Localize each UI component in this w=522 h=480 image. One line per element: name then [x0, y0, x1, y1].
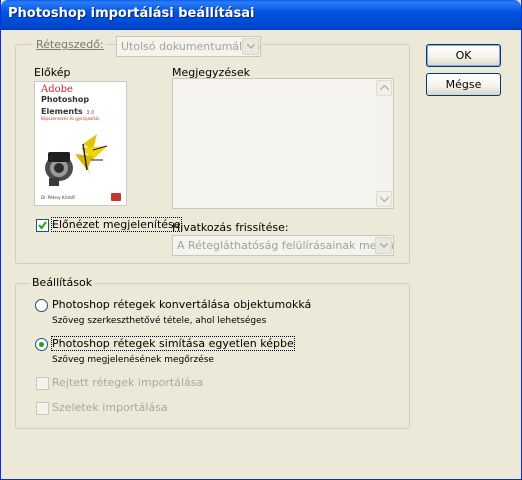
- link-update-value: A Rétegláthatóság felülírásainak megtart…: [177, 239, 394, 252]
- import-hidden-layers-label[interactable]: Rejtett rétegek importálása: [52, 376, 203, 389]
- scroll-up-button[interactable]: [376, 80, 392, 96]
- book-subtitle: Képszervezés és gyorsjavítás: [41, 116, 100, 121]
- radio-selected-dot: [39, 342, 44, 347]
- flatten-layers-text: Photoshop rétegek simítása egyetlen képb…: [52, 337, 294, 350]
- book-author: Dr. Pétery Kristóf: [41, 195, 75, 200]
- convert-layers-label[interactable]: Photoshop rétegek konvertálása objektumo…: [52, 298, 311, 311]
- title-bar[interactable]: Photoshop importálási beállításai: [1, 0, 521, 30]
- preview-label: Előkép: [34, 66, 71, 79]
- import-slices-checkbox[interactable]: [36, 402, 49, 415]
- convert-layers-radio[interactable]: [35, 299, 48, 312]
- options-legend: Beállítások: [29, 276, 96, 289]
- show-preview-checkbox[interactable]: [36, 219, 49, 232]
- import-hidden-layers-checkbox[interactable]: [36, 377, 49, 390]
- show-preview-text: Előnézet megjelenítése: [52, 218, 181, 231]
- checkmark-icon: [38, 221, 47, 230]
- book-cover-art: [45, 134, 108, 186]
- dialog-window: Photoshop importálási beállításai Rétegs…: [0, 0, 522, 480]
- notes-scrollbar[interactable]: [376, 80, 392, 207]
- layer-comp-select[interactable]: Utolsó dokumentumállapot: [116, 36, 261, 57]
- layer-comp-legend: Rétegszedő:: [33, 38, 107, 51]
- ok-button[interactable]: OK: [426, 44, 501, 67]
- notes-textarea[interactable]: [172, 78, 394, 209]
- window-title: Photoshop importálási beállításai: [8, 6, 255, 21]
- chevron-down-icon: [375, 237, 392, 254]
- book-brand: Adobe: [41, 84, 73, 95]
- link-update-select[interactable]: A Rétegláthatóság felülírásainak megtart…: [172, 235, 394, 256]
- import-slices-label[interactable]: Szeletek importálása: [52, 401, 168, 414]
- flatten-layers-label[interactable]: Photoshop rétegek simítása egyetlen képb…: [51, 336, 295, 351]
- scroll-down-button[interactable]: [376, 191, 392, 207]
- preview-image: Adobe Photoshop Elements 3.0 Képszervezé…: [34, 81, 127, 206]
- layer-comp-label: Rétegszedő:: [36, 38, 104, 51]
- link-update-label: Hivatkozás frissítése:: [172, 221, 289, 234]
- book-title-line1: Photoshop: [41, 95, 90, 104]
- flatten-layers-radio[interactable]: [35, 338, 48, 351]
- layer-comp-value: Utolsó dokumentumállapot: [121, 40, 261, 53]
- flatten-layers-desc: Szöveg megjelenésének megőrzése: [52, 355, 214, 365]
- chevron-down-icon: [242, 38, 259, 55]
- book-title-line2: Elements: [41, 107, 83, 116]
- cancel-button[interactable]: Mégse: [426, 73, 501, 96]
- convert-layers-desc: Szöveg szerkeszthetővé tétele, ahol lehe…: [52, 316, 267, 326]
- show-preview-label[interactable]: Előnézet megjelenítése: [51, 217, 182, 232]
- publisher-logo: [111, 193, 121, 201]
